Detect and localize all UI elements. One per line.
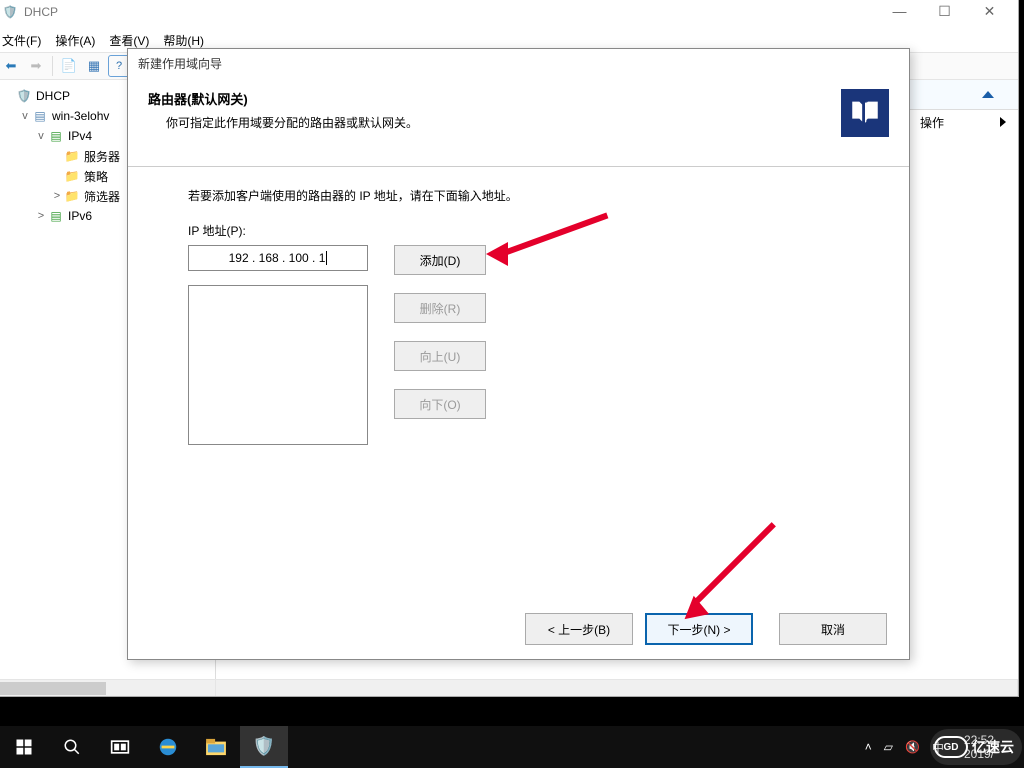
- ip-address-input[interactable]: 192 . 168 . 100 . 1: [188, 245, 368, 271]
- tray-network-icon[interactable]: ▱: [884, 740, 893, 754]
- menu-file[interactable]: 文件(F): [2, 32, 41, 49]
- wizard-header: 路由器(默认网关) 你可指定此作用域要分配的路由器或默认网关。: [128, 77, 909, 167]
- menu-help[interactable]: 帮助(H): [163, 32, 204, 49]
- move-down-button: 向下(O): [394, 389, 486, 419]
- file-explorer-icon[interactable]: [192, 726, 240, 768]
- move-up-button: 向上(U): [394, 341, 486, 371]
- view-icon[interactable]: ▦: [83, 55, 105, 77]
- actions-row[interactable]: 操作: [908, 110, 1018, 134]
- wizard-footer: < 上一步(B) 下一步(N) > 取消: [128, 599, 909, 659]
- wizard-subheading: 你可指定此作用域要分配的路由器或默认网关。: [148, 114, 418, 131]
- task-view-icon[interactable]: [96, 726, 144, 768]
- ip-address-listbox[interactable]: [188, 285, 368, 445]
- back-button[interactable]: < 上一步(B): [525, 613, 633, 645]
- ip-address-label: IP 地址(P):: [188, 222, 849, 239]
- menu-view[interactable]: 查看(V): [109, 32, 149, 49]
- tray-volume-icon[interactable]: 🔇: [905, 740, 920, 754]
- menu-action[interactable]: 操作(A): [55, 32, 95, 49]
- horizontal-scrollbar[interactable]: [0, 679, 1018, 696]
- forward-icon[interactable]: ➡: [25, 55, 47, 77]
- wizard-banner-icon: [841, 89, 889, 137]
- start-button[interactable]: [0, 726, 48, 768]
- cancel-button[interactable]: 取消: [779, 613, 887, 645]
- ie-icon[interactable]: [144, 726, 192, 768]
- dhcp-app-icon: 🛡️: [2, 4, 18, 20]
- actions-pane: 操作: [908, 110, 1018, 134]
- dhcp-task-icon[interactable]: 🛡️: [240, 726, 288, 768]
- maximize-button[interactable]: ☐: [922, 0, 967, 26]
- remove-button: 删除(R): [394, 293, 486, 323]
- wizard-heading: 路由器(默认网关): [148, 89, 418, 108]
- wizard-title: 新建作用域向导: [138, 55, 222, 72]
- watermark: GD 亿速云: [930, 729, 1022, 765]
- search-icon[interactable]: [48, 726, 96, 768]
- tray-up-icon[interactable]: ˄: [865, 740, 872, 754]
- cloud-icon: GD: [934, 736, 968, 758]
- add-button[interactable]: 添加(D): [394, 245, 486, 275]
- taskbar: 🛡️ ˄ ▱ 🔇 中 22:52 2019/: [0, 726, 1024, 768]
- window-title: DHCP: [24, 5, 58, 19]
- new-scope-wizard-dialog: 新建作用域向导 路由器(默认网关) 你可指定此作用域要分配的路由器或默认网关。 …: [127, 48, 910, 660]
- collapse-up-icon[interactable]: [982, 91, 994, 98]
- wizard-body: 若要添加客户端使用的路由器的 IP 地址，请在下面输入地址。 IP 地址(P):…: [128, 167, 909, 597]
- minimize-button[interactable]: —: [877, 0, 922, 26]
- back-icon[interactable]: ⬅: [0, 55, 22, 77]
- close-button[interactable]: ✕: [967, 0, 1012, 26]
- titlebar: 🛡️ DHCP — ☐ ✕: [0, 0, 1018, 28]
- window-controls: — ☐ ✕: [877, 0, 1012, 28]
- wizard-instruction: 若要添加客户端使用的路由器的 IP 地址，请在下面输入地址。: [188, 187, 849, 204]
- next-button[interactable]: 下一步(N) >: [645, 613, 753, 645]
- new-icon[interactable]: 📄: [58, 55, 80, 77]
- wizard-titlebar: 新建作用域向导: [128, 49, 909, 77]
